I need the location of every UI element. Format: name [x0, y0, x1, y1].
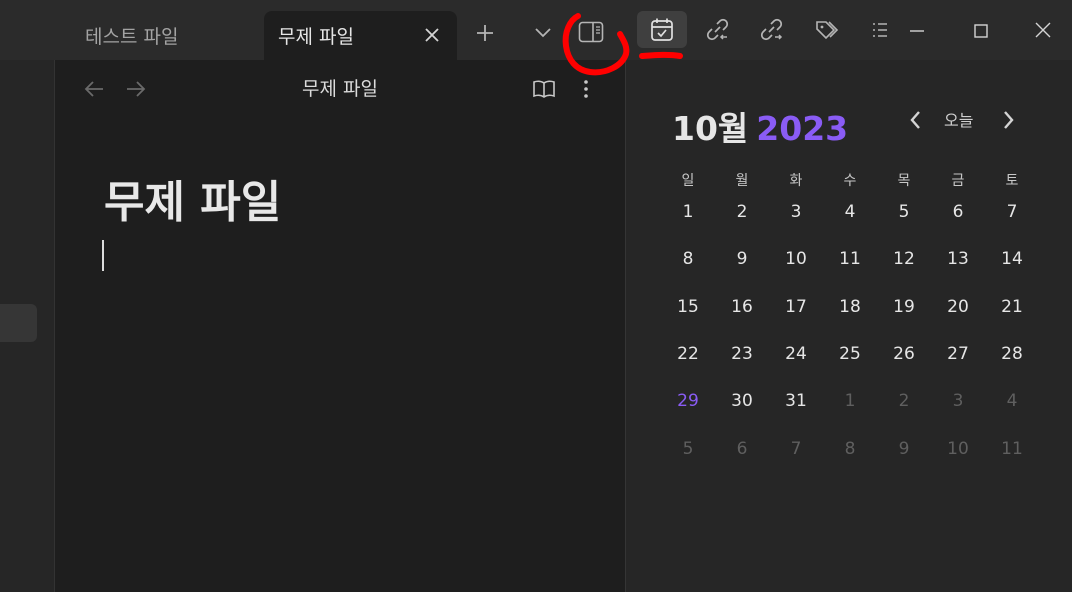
chevron-left-icon[interactable]	[904, 108, 926, 132]
reading-view-icon[interactable]	[530, 76, 558, 102]
calendar-month: 10월	[672, 109, 749, 148]
calendar-day[interactable]: 19	[884, 297, 924, 317]
calendar-day[interactable]: 11	[830, 249, 870, 269]
tab-untitled-file[interactable]: 무제 파일	[264, 11, 457, 60]
outline-icon[interactable]	[868, 18, 892, 42]
calendar-day[interactable]: 7	[992, 202, 1032, 222]
calendar-day[interactable]: 26	[884, 344, 924, 364]
calendar-day[interactable]: 13	[938, 249, 978, 269]
maximize-icon[interactable]	[970, 20, 992, 42]
calendar-day[interactable]: 8	[830, 439, 870, 459]
calendar-day[interactable]: 31	[776, 391, 816, 411]
calendar-day[interactable]: 1	[668, 202, 708, 222]
calendar-day[interactable]: 5	[668, 439, 708, 459]
chevron-right-icon[interactable]	[998, 108, 1020, 132]
calendar-day[interactable]: 23	[722, 344, 762, 364]
calendar-icon[interactable]	[649, 16, 675, 44]
close-window-icon[interactable]	[1032, 19, 1054, 41]
weekday-label: 화	[789, 173, 803, 189]
backlinks-icon[interactable]	[704, 16, 732, 44]
calendar-day[interactable]: 6	[722, 439, 762, 459]
calendar-day[interactable]: 28	[992, 344, 1032, 364]
calendar-day[interactable]: 21	[992, 297, 1032, 317]
weekday-label: 목	[897, 173, 911, 189]
calendar-day[interactable]: 20	[938, 297, 978, 317]
tab-test-file[interactable]: 테스트 파일	[68, 11, 258, 60]
sidebar-tab-bar	[626, 0, 1072, 60]
weekday-label: 토	[1005, 173, 1019, 189]
calendar-year: 2023	[756, 109, 849, 148]
today-button[interactable]: 오늘	[944, 107, 973, 131]
minimize-icon[interactable]	[906, 20, 928, 42]
calendar-day[interactable]: 4	[830, 202, 870, 222]
calendar-day[interactable]: 18	[830, 297, 870, 317]
editor-pane: 무제 파일 무제 파일	[55, 60, 625, 592]
calendar-day[interactable]: 2	[884, 391, 924, 411]
calendar-day[interactable]: 14	[992, 249, 1032, 269]
calendar-day[interactable]: 22	[668, 344, 708, 364]
calendar-day[interactable]: 15	[668, 297, 708, 317]
calendar-day[interactable]: 8	[668, 249, 708, 269]
calendar-day[interactable]: 9	[884, 439, 924, 459]
text-cursor	[102, 240, 104, 271]
toggle-right-sidebar-icon[interactable]	[576, 18, 606, 46]
weekday-label: 금	[951, 173, 965, 189]
close-icon[interactable]	[421, 24, 443, 46]
left-ribbon	[0, 60, 55, 592]
tab-label: 테스트 파일	[85, 26, 179, 48]
calendar-day[interactable]: 17	[776, 297, 816, 317]
weekday-label: 월	[735, 173, 749, 189]
calendar-day[interactable]: 4	[992, 391, 1032, 411]
calendar-day[interactable]: 24	[776, 344, 816, 364]
new-tab-icon[interactable]	[472, 20, 498, 46]
more-options-icon[interactable]	[575, 76, 597, 102]
calendar-day[interactable]: 10	[776, 249, 816, 269]
calendar-day[interactable]: 12	[884, 249, 924, 269]
calendar-day[interactable]: 1	[830, 391, 870, 411]
calendar-day[interactable]: 29	[668, 391, 708, 411]
weekday-label: 수	[843, 173, 857, 189]
inline-title[interactable]: 무제 파일	[104, 166, 281, 230]
calendar-pane: 10월 2023 오늘 일월화수목금토 1 2 3 4 5 6 7 8 9 10 11 12 13 14 15…	[626, 60, 1072, 592]
calendar-day[interactable]: 2	[722, 202, 762, 222]
calendar-day[interactable]: 7	[776, 439, 816, 459]
chevron-down-icon[interactable]	[530, 20, 556, 46]
calendar-day[interactable]: 11	[992, 439, 1032, 459]
calendar-title: 10월 2023	[672, 102, 848, 150]
calendar-day[interactable]: 3	[938, 391, 978, 411]
calendar-day[interactable]: 25	[830, 344, 870, 364]
calendar-day[interactable]: 9	[722, 249, 762, 269]
calendar-day[interactable]: 10	[938, 439, 978, 459]
calendar-day[interactable]: 30	[722, 391, 762, 411]
ribbon-item[interactable]	[0, 304, 37, 342]
calendar-day[interactable]: 27	[938, 344, 978, 364]
calendar-day[interactable]: 3	[776, 202, 816, 222]
calendar-day[interactable]: 6	[938, 202, 978, 222]
calendar-day[interactable]: 16	[722, 297, 762, 317]
outgoing-links-icon[interactable]	[758, 16, 786, 44]
tags-icon[interactable]	[813, 16, 843, 44]
tab-label: 무제 파일	[278, 26, 354, 48]
calendar-day[interactable]: 5	[884, 202, 924, 222]
weekday-label: 일	[681, 173, 695, 189]
